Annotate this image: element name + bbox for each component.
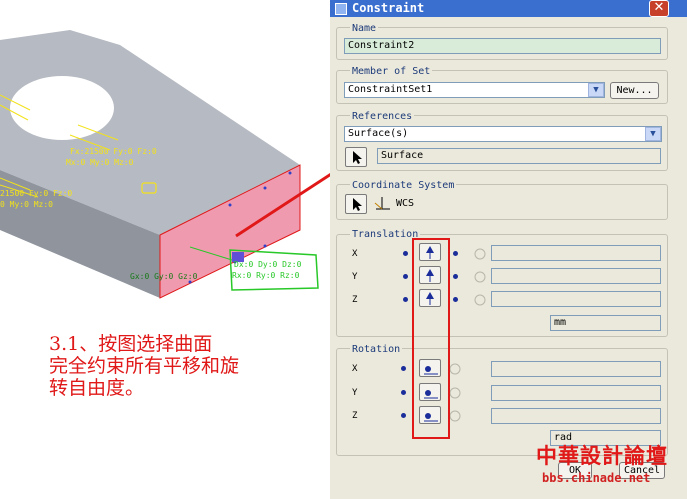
constraint-label-d: Dx:0 Dy:0 Dz:0: [234, 260, 302, 269]
references-dropdown-icon[interactable]: ▼: [645, 127, 661, 141]
translation-z-prescribed-radio[interactable]: [453, 297, 458, 302]
constraint-dialog: Constraint ✕ Name Constraint2 Member of …: [330, 0, 687, 499]
load-label-2: Mx:0 My:0 Mz:0: [66, 158, 134, 167]
translation-units-field[interactable]: mm: [550, 315, 661, 331]
translation-y-label: Y: [352, 272, 358, 282]
dialog-title: Constraint: [352, 1, 425, 15]
coordinate-system-label: Coordinate System: [350, 180, 457, 191]
rotation-x-label: X: [352, 364, 358, 374]
arrow-cursor-icon: [353, 151, 362, 164]
watermark-url: bbs.chinade.net: [542, 471, 651, 485]
load-label-1: Fx:21500 Fy:0 Fz:0: [70, 147, 157, 156]
translation-x-prescribed-icon: [470, 246, 490, 262]
annotation-line-1: 3.1、按图选择曲面: [49, 333, 213, 355]
annotation-line-2: 完全约束所有平移和旋: [49, 355, 240, 377]
translation-x-value: [491, 245, 661, 261]
translation-x-free-radio[interactable]: [403, 251, 408, 256]
rotation-label: Rotation: [350, 344, 403, 355]
annotation-line-3: 转自由度。: [49, 377, 145, 399]
translation-label: Translation: [350, 229, 421, 240]
coordinate-system-value: WCS: [396, 198, 415, 209]
load-label-4: 0 My:0 Mz:0: [0, 200, 53, 209]
translation-y-prescribed-icon: [470, 269, 490, 285]
rotation-z-value: [491, 408, 661, 424]
rotation-x-free-radio[interactable]: [401, 366, 406, 371]
rotation-y-label: Y: [352, 388, 358, 398]
references-pick-button[interactable]: [345, 147, 367, 167]
new-set-button[interactable]: New...: [610, 82, 659, 99]
translation-y-free-radio[interactable]: [403, 274, 408, 279]
app-icon: [335, 3, 347, 15]
rotation-y-value: [491, 385, 661, 401]
load-label-3: 21500 Fy:0 Fz:0: [0, 189, 73, 198]
dialog-titlebar[interactable]: Constraint ✕: [330, 0, 687, 17]
rotation-z-label: Z: [352, 411, 358, 421]
constraint-label-r: Rx:0 Ry:0 Rz:0: [232, 271, 300, 280]
translation-y-prescribed-radio[interactable]: [453, 274, 458, 279]
close-button[interactable]: ✕: [649, 0, 669, 17]
rotation-y-free-radio[interactable]: [401, 390, 406, 395]
rotation-z-free-radio[interactable]: [401, 413, 406, 418]
translation-z-value: [491, 291, 661, 307]
translation-x-prescribed-radio[interactable]: [453, 251, 458, 256]
coordinate-system-icon: [374, 197, 390, 210]
translation-y-value: [491, 268, 661, 284]
annotation-highlight-box: [412, 238, 450, 439]
gravity-label: Gx:0 Gy:0 Gz:0: [130, 272, 198, 281]
translation-z-free-radio[interactable]: [403, 297, 408, 302]
name-label: Name: [350, 23, 379, 34]
member-of-set-dropdown-icon[interactable]: ▼: [588, 83, 604, 97]
translation-z-label: Z: [352, 295, 358, 305]
member-of-set-label: Member of Set: [350, 66, 433, 77]
name-field[interactable]: Constraint2: [344, 38, 661, 54]
references-selected-field: Surface: [377, 148, 661, 164]
arrow-cursor-icon: [353, 198, 362, 211]
rotation-x-value: [491, 361, 661, 377]
watermark-logo: 中華設計論壇: [536, 444, 668, 468]
translation-z-prescribed-icon: [470, 292, 490, 308]
coordinate-system-pick-button[interactable]: [345, 194, 367, 214]
tutorial-annotation: 3.1、按图选择曲面 完全约束所有平移和旋 转自由度。: [46, 331, 308, 427]
references-label: References: [350, 111, 415, 122]
member-of-set-select[interactable]: ConstraintSet1: [344, 82, 605, 98]
translation-x-label: X: [352, 249, 358, 259]
references-type-select[interactable]: Surface(s): [344, 126, 662, 142]
